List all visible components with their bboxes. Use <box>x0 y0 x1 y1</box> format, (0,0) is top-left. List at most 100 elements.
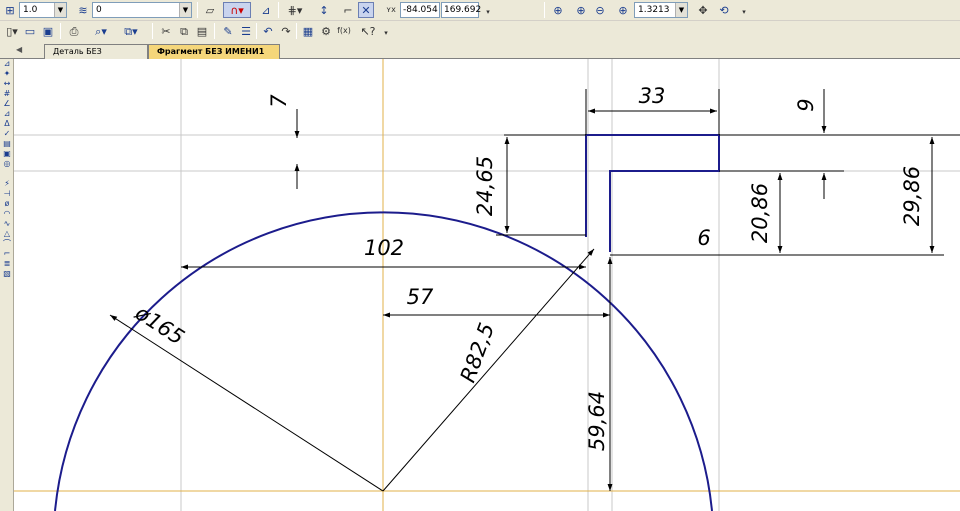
undo-icon[interactable]: ↶ <box>260 23 276 39</box>
standard-toolbar: ▯▾ ▭ ▣ ⎙ ⌕▾ ⧉▾ ✂ ⧉ ▤ ✎ ☰ ↶ ↷ ▦ ⚙ f(x) ↖?… <box>0 21 960 42</box>
tab-fragment[interactable]: Фрагмент БЕЗ ИМЕНИ1 <box>148 44 280 59</box>
drawing-canvas[interactable]: 33 7 9 24,65 29,86 20,86 6 102 57 59,64 … <box>14 59 960 511</box>
layer-value: 0 <box>96 5 102 15</box>
dim-text-7[interactable]: 7 <box>267 94 291 108</box>
zoom-combo[interactable]: 1.3213 ▼ <box>634 2 688 18</box>
chevron-down-icon[interactable]: ▼ <box>675 3 687 17</box>
print-icon[interactable]: ⎙ <box>66 23 82 39</box>
dim-text-2086[interactable]: 20,86 <box>748 183 772 243</box>
chevron-down-icon[interactable]: ▼ <box>54 3 66 17</box>
properties-icon[interactable]: ✎ <box>220 23 236 39</box>
manager-icon[interactable]: ⧉▾ <box>118 23 144 39</box>
tab-fragment-label: Фрагмент БЕЗ ИМЕНИ1 <box>157 47 265 56</box>
paste-icon[interactable]: ▤ <box>194 23 210 39</box>
chevron-down-icon[interactable]: ▾ <box>480 4 496 20</box>
layers-icon[interactable]: ≋ <box>75 2 91 18</box>
polygon-tool-icon[interactable]: △ <box>1 229 13 239</box>
fill-tool-icon[interactable]: ▧ <box>1 269 13 279</box>
segment-tool-icon[interactable]: ⊣ <box>1 189 13 199</box>
arc-tool-icon[interactable]: ◠ <box>1 209 13 219</box>
chevron-down-icon[interactable]: ▾ <box>378 25 394 41</box>
separator <box>278 2 279 18</box>
axis-lines <box>14 59 960 511</box>
coordinates-xy-icon: ʏx <box>386 5 396 14</box>
separator <box>197 2 198 18</box>
reports-icon[interactable]: ◎ <box>1 159 13 169</box>
dim-text-6[interactable]: 6 <box>697 226 710 250</box>
separator <box>256 23 257 39</box>
local-cs-icon[interactable]: ↕ <box>316 2 332 18</box>
copy-icon[interactable]: ⧉ <box>176 23 192 39</box>
coord-y-field[interactable]: 169.692 <box>441 2 481 18</box>
pan-icon[interactable]: ✥ <box>695 2 711 18</box>
point-icon[interactable]: ✦ <box>1 69 13 79</box>
line-tool-icon[interactable]: ⚡ <box>1 179 13 189</box>
list-icon[interactable]: ☰ <box>238 23 254 39</box>
coord-x-field[interactable]: -84.054 <box>400 2 440 18</box>
circle-tool-icon[interactable]: ø <box>1 199 13 209</box>
document-tabs: ◀ Деталь БЕЗ ИМЕНИ1 Фрагмент БЕЗ ИМЕНИ1 <box>0 42 960 70</box>
separator <box>60 23 61 39</box>
drawing-svg[interactable]: 33 7 9 24,65 29,86 20,86 6 102 57 59,64 … <box>14 59 960 511</box>
symbols-icon[interactable]: ∠ <box>1 99 13 109</box>
dim-text-102[interactable]: 102 <box>364 236 404 260</box>
refresh-view-icon[interactable]: ⟲ <box>716 2 732 18</box>
zoom-window-icon[interactable]: ⊕ <box>550 2 566 18</box>
library-icon[interactable]: ▦ <box>300 23 316 39</box>
parametrize-icon[interactable]: Δ <box>1 119 13 129</box>
help-pointer-icon[interactable]: ↖? <box>357 23 379 39</box>
round-icon[interactable]: ✕ <box>358 2 374 18</box>
fillet-tool-icon[interactable]: ⌐ <box>1 249 13 259</box>
spec-icon[interactable]: ▣ <box>1 149 13 159</box>
dimension-lines <box>109 89 960 492</box>
local-snap-icon[interactable]: ⊿ <box>258 2 274 18</box>
eraser-icon[interactable]: ▱ <box>202 2 218 18</box>
geometry-icon[interactable]: ⊿ <box>1 59 13 69</box>
scale-combo[interactable]: 1.0 ▼ <box>19 2 67 18</box>
dim-text-9[interactable]: 9 <box>794 98 818 111</box>
hatch-icon[interactable]: # <box>1 89 13 99</box>
dim-line-dia165 <box>109 314 384 492</box>
scale-icon[interactable]: ⊞ <box>2 2 18 18</box>
redo-icon[interactable]: ↷ <box>278 23 294 39</box>
curve-tool-icon[interactable]: ∿ <box>1 219 13 229</box>
snap-magnet-button[interactable]: ∩▾ <box>223 2 251 18</box>
equidistant-tool-icon[interactable]: ≣ <box>1 259 13 269</box>
ortho-icon[interactable]: ⌐ <box>340 2 356 18</box>
dim-text-2465[interactable]: 24,65 <box>473 156 497 216</box>
cut-icon[interactable]: ✂ <box>158 23 174 39</box>
zoom-scale-icon[interactable]: ⊕ <box>615 2 631 18</box>
new-document-icon[interactable]: ▯▾ <box>2 23 22 39</box>
dim-text-5964[interactable]: 59,64 <box>585 391 609 451</box>
zoom-out-icon[interactable]: ⊖ <box>592 2 608 18</box>
separator <box>544 2 545 18</box>
contour-tool-icon[interactable]: ⌒ <box>1 239 13 249</box>
select-icon[interactable]: ▤ <box>1 139 13 149</box>
variables-fx-icon[interactable]: f(x) <box>336 23 352 39</box>
dim-text-33[interactable]: 33 <box>639 84 666 108</box>
tab-scroll-left-icon[interactable]: ◀ <box>16 45 22 54</box>
dimensions-icon[interactable]: ↔ <box>1 79 13 89</box>
dim-text-r825[interactable]: R82,5 <box>456 320 500 386</box>
chevron-down-icon[interactable]: ▼ <box>179 3 191 17</box>
edit-icon[interactable]: ⊿ <box>1 109 13 119</box>
measure-icon[interactable]: ✓ <box>1 129 13 139</box>
settings-gear-icon[interactable]: ⚙ <box>318 23 334 39</box>
separator <box>214 23 215 39</box>
construction-lines <box>14 59 960 511</box>
preview-icon[interactable]: ⌕▾ <box>90 23 112 39</box>
chevron-down-icon[interactable]: ▾ <box>736 4 752 20</box>
scale-value: 1.0 <box>23 5 38 15</box>
layer-combo[interactable]: 0 ▼ <box>92 2 192 18</box>
compact-toolbar: ⊿ ✦ ↔ # ∠ ⊿ Δ ✓ ▤ ▣ ◎ ⚡ ⊣ ø ◠ ∿ △ ⌒ ⌐ ≣ … <box>0 59 14 511</box>
zoom-value: 1.3213 <box>638 5 670 15</box>
save-icon[interactable]: ▣ <box>40 23 56 39</box>
grid-icon[interactable]: ⋕▾ <box>283 2 307 18</box>
dim-text-2986[interactable]: 29,86 <box>900 166 924 226</box>
open-folder-icon[interactable]: ▭ <box>22 23 38 39</box>
zoom-in-icon[interactable]: ⊕ <box>573 2 589 18</box>
dim-text-dia165[interactable]: ø165 <box>130 300 188 350</box>
tab-part[interactable]: Деталь БЕЗ ИМЕНИ1 <box>44 44 148 70</box>
separator <box>296 23 297 39</box>
dim-text-57[interactable]: 57 <box>407 285 434 309</box>
